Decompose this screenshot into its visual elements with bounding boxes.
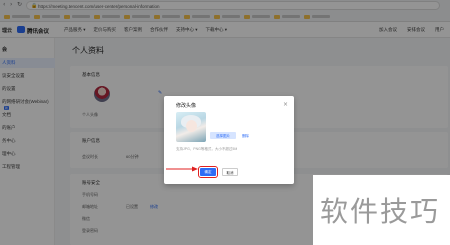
avatar-preview [176, 112, 206, 142]
upload-hint: 支持JPG、PNG等格式，大小不超过5M [176, 147, 238, 151]
watermark-text: 软件技巧 [320, 196, 441, 227]
dialog-title: 修改头像 [176, 103, 197, 109]
close-icon[interactable]: × [283, 101, 288, 108]
avatar-face [186, 120, 197, 132]
delete-avatar-link[interactable]: 删除 [242, 134, 249, 139]
annotation-arrow-icon [166, 166, 198, 172]
confirm-button[interactable]: 确定 [198, 166, 218, 178]
cancel-button[interactable]: 取消 [222, 168, 238, 176]
select-image-button[interactable]: 选择图片 [210, 132, 236, 139]
